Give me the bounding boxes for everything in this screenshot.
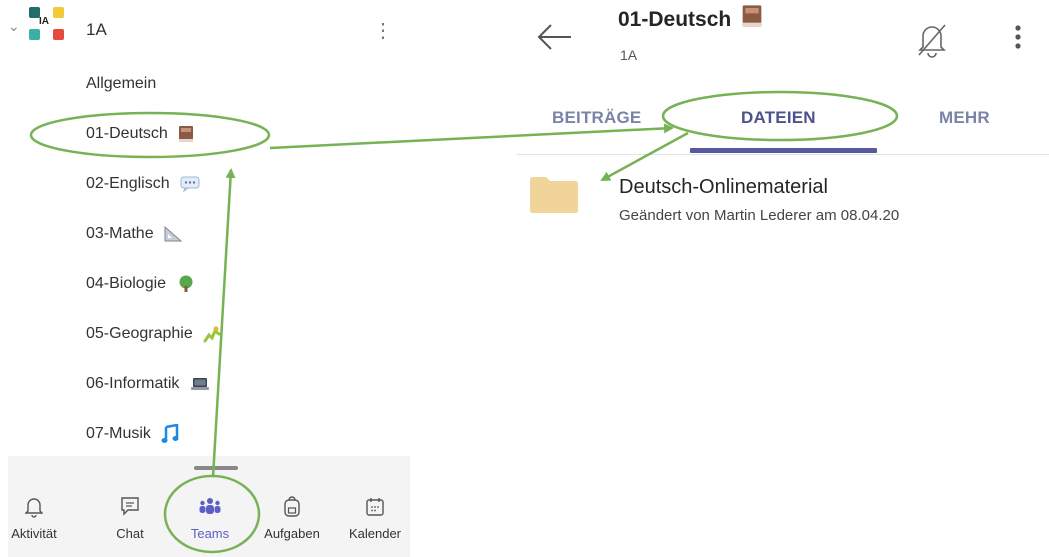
team-header[interactable]: ⌄ IA 1A ⋮ (0, 0, 410, 62)
file-name[interactable]: Deutsch-Onlinematerial (619, 176, 828, 199)
chevron-down-icon[interactable]: ⌄ (8, 18, 20, 35)
channel-item-informatik[interactable]: 06-Informatik (86, 369, 366, 399)
channel-subtitle: 1A (620, 47, 638, 63)
nav-aufgaben[interactable]: Aufgaben (256, 496, 328, 541)
nav-label: Kalender (348, 526, 402, 541)
music-note-icon (161, 423, 179, 443)
channel-item-musik[interactable]: 07-Musik (86, 419, 366, 449)
book-icon (179, 125, 194, 142)
channel-label: 01-Deutsch (86, 125, 168, 142)
drag-handle[interactable] (194, 466, 238, 470)
file-meta: Geändert von Martin Lederer am 08.04.20 (619, 207, 900, 224)
chat-icon (94, 496, 166, 524)
nav-aktivitaet[interactable]: Aktivität (0, 496, 70, 541)
channel-title-text: 01-Deutsch (618, 8, 732, 31)
arrow-tab-to-folder (600, 131, 689, 182)
channel-label: 02-Englisch (86, 175, 170, 192)
channel-item-mathe[interactable]: 03-Mathe (86, 219, 366, 249)
tabs-divider (517, 154, 1049, 155)
bottom-navigation: Aktivität Chat Teams Aufgaben Kalender (8, 456, 410, 557)
calendar-icon (339, 496, 411, 524)
channel-label: 04-Biologie (86, 275, 167, 292)
channel-label: 06-Informatik (86, 375, 180, 392)
team-logo: IA (27, 5, 64, 41)
folder-icon[interactable] (529, 176, 579, 214)
channel-item-allgemein[interactable]: Allgemein (86, 69, 366, 99)
back-arrow-icon[interactable] (535, 20, 573, 54)
tab-dateien[interactable]: DATEIEN (741, 108, 816, 128)
channel-list-panel: ⌄ IA 1A ⋮ Allgemein 01-Deutsch 02-Englis… (0, 0, 410, 557)
nav-label: Teams (190, 526, 230, 541)
nav-teams[interactable]: Teams (174, 496, 246, 541)
channel-label: 05-Geographie (86, 325, 193, 342)
channel-item-englisch[interactable]: 02-Englisch (86, 169, 366, 199)
map-icon (203, 326, 221, 343)
laptop-icon (190, 377, 209, 390)
triangle-ruler-icon (164, 225, 183, 242)
channel-label: 07-Musik (86, 425, 151, 442)
bell-muted-icon[interactable] (915, 21, 949, 59)
channel-title: 01-Deutsch (618, 4, 763, 32)
backpack-icon (256, 496, 328, 524)
speech-bubble-icon (180, 176, 200, 192)
team-logo-text: IA (39, 16, 49, 27)
nav-label: Aktivität (11, 526, 57, 541)
team-name: 1A (86, 20, 107, 39)
nav-kalender[interactable]: Kalender (339, 496, 411, 541)
more-vertical-icon[interactable]: ⋮ (373, 18, 393, 43)
teams-icon (174, 496, 246, 524)
channel-item-geographie[interactable]: 05-Geographie (86, 319, 366, 349)
active-tab-indicator (690, 148, 877, 153)
channel-item-biologie[interactable]: 04-Biologie (86, 269, 366, 299)
tree-icon (179, 275, 193, 292)
tab-beitraege[interactable]: BEITRÄGE (552, 108, 641, 128)
channel-item-deutsch[interactable]: 01-Deutsch (86, 119, 366, 149)
book-icon (742, 5, 762, 27)
channel-label: Allgemein (86, 75, 157, 92)
nav-label: Chat (116, 526, 144, 541)
nav-label: Aufgaben (264, 526, 320, 541)
tab-mehr[interactable]: MEHR (939, 108, 990, 128)
nav-chat[interactable]: Chat (94, 496, 166, 541)
channel-label: 03-Mathe (86, 225, 154, 242)
more-vertical-icon[interactable] (1008, 18, 1028, 58)
bell-icon (0, 496, 70, 524)
